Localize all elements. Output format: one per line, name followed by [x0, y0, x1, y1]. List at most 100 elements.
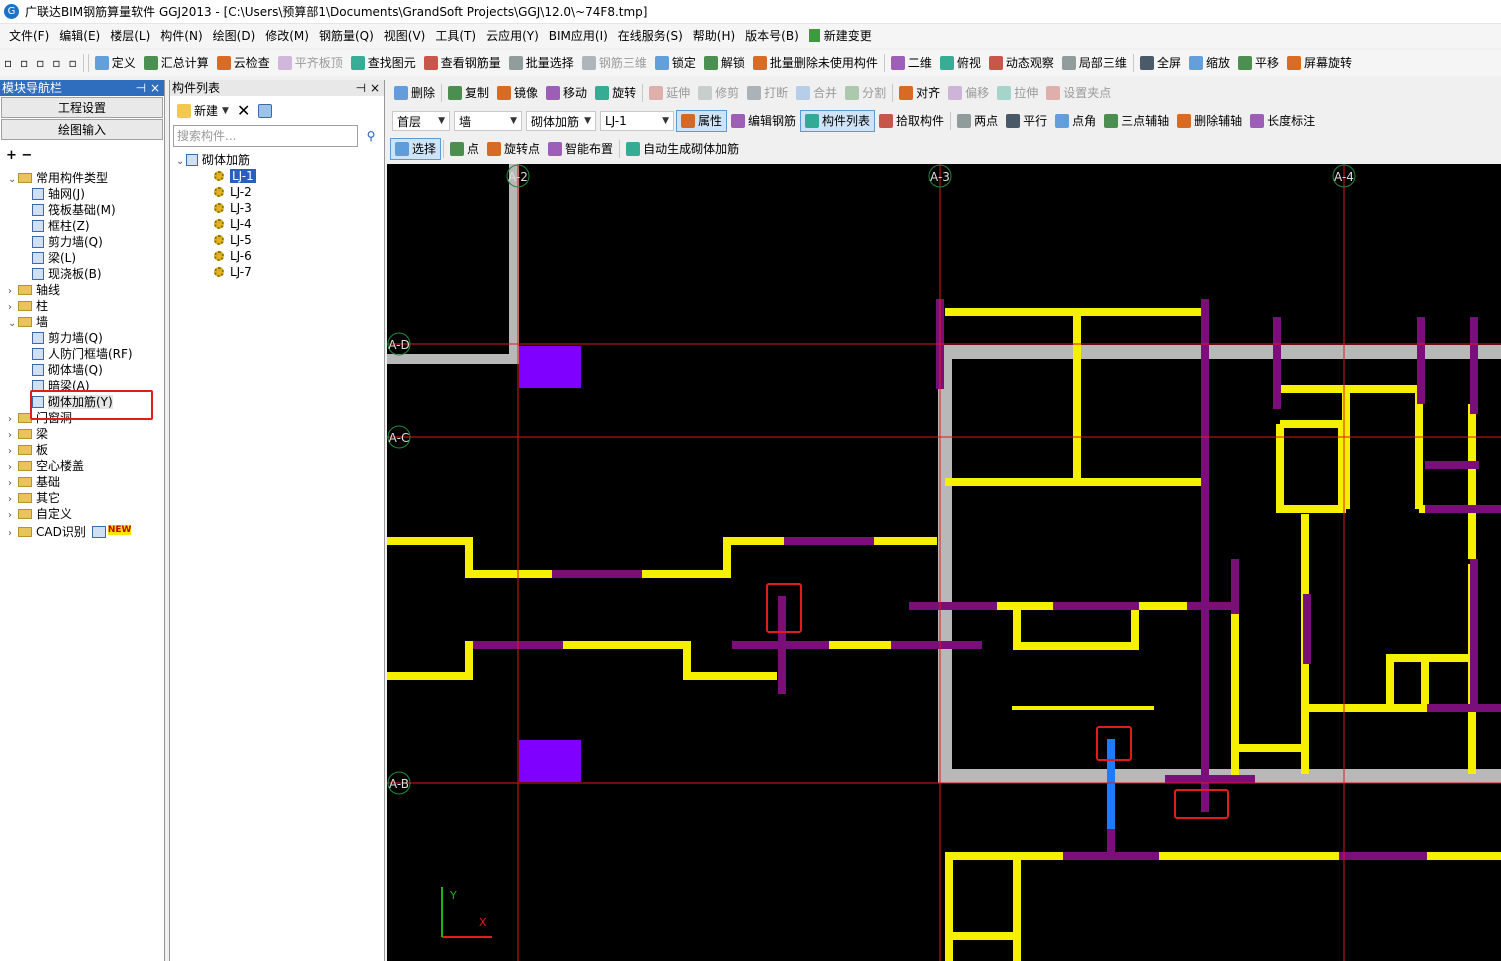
axis-label[interactable]: A-B [389, 777, 409, 791]
toolbar3-button-3[interactable]: 拾取构件 [875, 110, 948, 132]
component-item[interactable]: LJ-5 [214, 232, 252, 248]
tree-folder[interactable]: › 空心楼盖 [8, 458, 84, 474]
open-file-icon[interactable]: ▫ [16, 52, 32, 74]
drawing-canvas[interactable]: A-2 A-3 A-4 A-D A-C A-B Y X [387, 164, 1501, 961]
tree-item[interactable]: 筏板基础(M) [32, 202, 116, 218]
component-item[interactable]: LJ-6 [214, 248, 252, 264]
tree-folder[interactable]: ⌄ 常用构件类型 [8, 170, 108, 186]
toolbar4-button-1[interactable]: 点 [446, 138, 483, 160]
tree-item[interactable]: 人防门框墙(RF) [32, 346, 133, 362]
toolbar1-button-3[interactable]: 平齐板顶 [274, 52, 347, 74]
toolbar1-button-18[interactable]: 屏幕旋转 [1283, 52, 1356, 74]
save-icon[interactable]: ▫ [32, 52, 48, 74]
toolbar1-button-0[interactable]: 定义 [91, 52, 140, 74]
menu-item-13[interactable]: 版本号(B) [740, 24, 804, 48]
redo-icon[interactable]: ▫ [65, 52, 81, 74]
toolbar3-button-7[interactable]: 三点辅轴 [1100, 110, 1173, 132]
tree-folder[interactable]: › CAD识别 NEW [8, 522, 132, 539]
menu-item-8[interactable]: 工具(T) [430, 24, 481, 48]
component-search-input[interactable]: 搜索构件... [173, 125, 358, 147]
component-item[interactable]: LJ-7 [214, 264, 252, 280]
tree-item[interactable]: 梁(L) [32, 250, 76, 266]
drawing-input-button[interactable]: 绘图输入 [1, 119, 163, 140]
component-select[interactable]: LJ-1 ▼ [600, 111, 674, 131]
cad-drawing[interactable]: A-2 A-3 A-4 A-D A-C A-B Y X [387, 164, 1501, 961]
type-select[interactable]: 墙 ▼ [454, 111, 522, 131]
y-axis-label[interactable]: Y [449, 889, 457, 902]
floor-select[interactable]: 首层 ▼ [392, 111, 450, 131]
masonry-wall[interactable] [945, 852, 1021, 961]
toolbar1-button-14[interactable]: 局部三维 [1058, 52, 1131, 74]
x-axis-label[interactable]: X [479, 916, 487, 929]
new-component-button[interactable]: 新建 ▼ [173, 100, 233, 122]
toolbar1-button-15[interactable]: 全屏 [1136, 52, 1185, 74]
menu-item-5[interactable]: 修改(M) [260, 24, 314, 48]
toolbar1-button-5[interactable]: 查看钢筋量 [420, 52, 505, 74]
masonry-wall[interactable] [1386, 654, 1472, 708]
menu-item-0[interactable]: 文件(F) [4, 24, 54, 48]
toolbar2-button-10[interactable]: 对齐 [895, 82, 944, 104]
menu-item-3[interactable]: 构件(N) [155, 24, 207, 48]
toolbar3-button-4[interactable]: 两点 [953, 110, 1002, 132]
toolbar3-button-9[interactable]: 长度标注 [1246, 110, 1319, 132]
toolbar2-button-1[interactable]: 复制 [444, 82, 493, 104]
toolbar2-button-8[interactable]: 合并 [792, 82, 841, 104]
component-item[interactable]: LJ-3 [214, 200, 252, 216]
tree-item[interactable]: 框柱(Z) [32, 218, 90, 234]
toolbar3-button-2[interactable]: 构件列表 [800, 110, 876, 132]
toolbar2-button-11[interactable]: 偏移 [944, 82, 993, 104]
menu-item-2[interactable]: 楼层(L) [105, 24, 155, 48]
menu-item-14[interactable]: 新建变更 [804, 24, 877, 48]
tree-item[interactable]: 剪力墙(Q) [32, 330, 103, 346]
component-item[interactable]: LJ-2 [214, 184, 252, 200]
menu-item-6[interactable]: 钢筋量(Q) [314, 24, 379, 48]
tree-folder[interactable]: › 梁 [8, 426, 48, 442]
toolbar4-button-4[interactable]: 自动生成砌体加筋 [622, 138, 743, 160]
toolbar2-button-5[interactable]: 延伸 [645, 82, 694, 104]
new-file-icon[interactable]: ▫ [0, 52, 16, 74]
toolbar2-button-12[interactable]: 拉伸 [993, 82, 1042, 104]
tree-folder[interactable]: ⌄ 墙 [8, 314, 48, 330]
copy-component-button[interactable] [254, 100, 279, 122]
toolbar2-button-6[interactable]: 修剪 [694, 82, 743, 104]
toolbar1-button-1[interactable]: 汇总计算 [140, 52, 213, 74]
component-item[interactable]: LJ-1 [214, 168, 256, 184]
toolbar3-button-5[interactable]: 平行 [1002, 110, 1051, 132]
toolbar2-button-7[interactable]: 打断 [743, 82, 792, 104]
toolbar2-button-0[interactable]: 删除 [390, 82, 439, 104]
toolbar1-button-8[interactable]: 锁定 [651, 52, 700, 74]
toolbar1-button-10[interactable]: 批量删除未使用构件 [749, 52, 882, 74]
toolbar1-button-13[interactable]: 动态观察 [985, 52, 1058, 74]
column[interactable] [519, 740, 581, 782]
subtype-select[interactable]: 砌体加筋 ▼ [526, 111, 596, 131]
tree-item[interactable]: 剪力墙(Q) [32, 234, 103, 250]
toolbar1-button-16[interactable]: 缩放 [1185, 52, 1234, 74]
masonry-wall[interactable] [642, 537, 937, 578]
grey-wall[interactable] [387, 164, 519, 364]
pin-icon[interactable]: ⊣ × [136, 80, 160, 96]
toolbar1-button-4[interactable]: 查找图元 [347, 52, 420, 74]
axis-label[interactable]: A-D [388, 338, 410, 352]
menu-item-7[interactable]: 视图(V) [379, 24, 431, 48]
tree-item[interactable]: 轴网(J) [32, 186, 85, 202]
masonry-wall[interactable] [387, 537, 552, 578]
toolbar1-button-12[interactable]: 俯视 [936, 52, 985, 74]
component-item[interactable]: LJ-4 [214, 216, 252, 232]
toolbar2-button-9[interactable]: 分割 [841, 82, 890, 104]
axis-label[interactable]: A-4 [1334, 170, 1354, 184]
delete-component-button[interactable]: ✕ [233, 100, 254, 122]
toolbar1-button-17[interactable]: 平移 [1234, 52, 1283, 74]
tree-folder[interactable]: › 其它 [8, 490, 60, 506]
expand-collapse-icon[interactable]: + − [6, 148, 32, 163]
toolbar4-button-2[interactable]: 旋转点 [483, 138, 544, 160]
menu-item-11[interactable]: 在线服务(S) [613, 24, 688, 48]
tree-root[interactable]: ⌄ 砌体加筋 [176, 152, 250, 168]
toolbar3-button-8[interactable]: 删除辅轴 [1173, 110, 1246, 132]
toolbar1-button-7[interactable]: 钢筋三维 [578, 52, 651, 74]
tree-folder[interactable]: › 柱 [8, 298, 48, 314]
toolbar2-button-3[interactable]: 移动 [542, 82, 591, 104]
toolbar3-button-1[interactable]: 编辑钢筋 [727, 110, 800, 132]
chevron-down-icon[interactable]: ⌄ [176, 154, 186, 170]
chevron-down-icon[interactable]: ⌄ [8, 316, 18, 332]
tree-folder[interactable]: › 板 [8, 442, 48, 458]
